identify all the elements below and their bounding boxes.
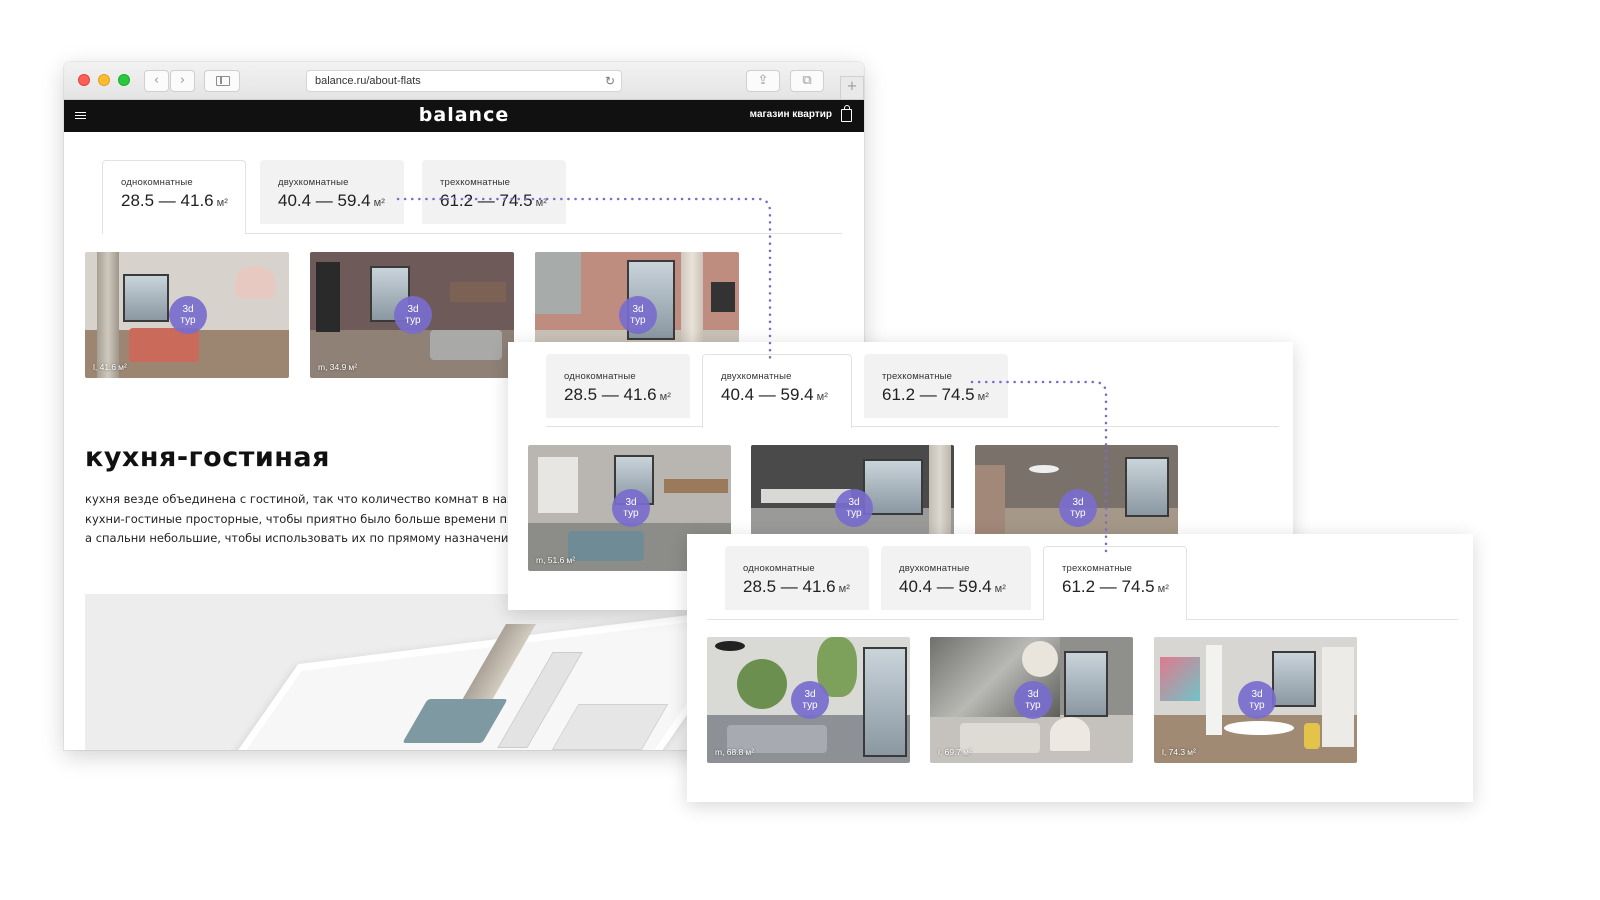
apartment-tabs: однокомнатные 28.5 — 41.6 м² двухкомнатны…: [546, 354, 1279, 428]
site-header: balance магазин квартир: [64, 100, 864, 132]
apartment-thumb[interactable]: 3d тур: [975, 445, 1178, 535]
apartment-tabs: однокомнатные 28.5 — 41.6 м² двухкомнатны…: [725, 546, 1458, 620]
tab-range: 61.2 — 74.5 м²: [882, 385, 989, 404]
bag-icon[interactable]: [841, 105, 852, 122]
tab-range: 40.4 — 59.4 м²: [278, 191, 385, 210]
tab-label: однокомнатные: [564, 371, 636, 382]
tab-range: 40.4 — 59.4 м²: [899, 577, 1006, 596]
three-room-panel: однокомнатные 28.5 — 41.6 м² двухкомнатны…: [687, 534, 1473, 802]
area-label: m, 68.8 м²: [715, 747, 755, 757]
tab-two-room[interactable]: двухкомнатные 40.4 — 59.4 м²: [702, 354, 852, 428]
tab-label: однокомнатные: [121, 177, 193, 188]
3d-tour-badge[interactable]: 3d тур: [169, 296, 207, 334]
tab-range: 28.5 — 41.6 м²: [564, 385, 671, 404]
apartment-thumb[interactable]: 3d тур m, 34.9 м²: [310, 252, 514, 378]
forward-button[interactable]: ›: [170, 70, 195, 92]
apartment-thumb[interactable]: 3d тур l, 41.6 м²: [85, 252, 289, 378]
3d-tour-badge[interactable]: 3d тур: [394, 296, 432, 334]
3d-tour-badge[interactable]: 3d тур: [835, 489, 873, 527]
tab-range: 61.2 — 74.5 м²: [440, 191, 547, 210]
reload-icon[interactable]: ↻: [605, 71, 615, 91]
area-label: m, 34.9 м²: [318, 362, 358, 372]
plus-icon: +: [846, 79, 858, 94]
tab-label: однокомнатные: [743, 563, 815, 574]
tab-label: трехкомнатные: [440, 177, 511, 188]
apartment-thumb[interactable]: 3d тур l, 69.7 м²: [930, 637, 1133, 763]
3d-tour-badge[interactable]: 3d тур: [612, 489, 650, 527]
tab-one-room[interactable]: однокомнатные 28.5 — 41.6 м²: [725, 546, 869, 610]
tab-one-room[interactable]: однокомнатные 28.5 — 41.6 м²: [102, 160, 246, 234]
tab-range: 61.2 — 74.5 м²: [1062, 577, 1169, 596]
tab-label: двухкомнатные: [721, 371, 792, 382]
zoom-window-button[interactable]: [118, 74, 130, 86]
new-tab-button[interactable]: +: [840, 76, 864, 100]
area-label: m, 51.6 м²: [536, 555, 576, 565]
tab-label: трехкомнатные: [1062, 563, 1133, 574]
minimize-window-button[interactable]: [98, 74, 110, 86]
area-label: l, 41.6 м²: [93, 362, 127, 372]
shop-link[interactable]: магазин квартир: [750, 109, 832, 120]
area-label: l, 74.3 м²: [1162, 747, 1196, 757]
tab-range: 40.4 — 59.4 м²: [721, 385, 828, 404]
tab-range: 28.5 — 41.6 м²: [743, 577, 850, 596]
apartment-tabs: однокомнатные 28.5 — 41.6 м² двухкомнатны…: [102, 160, 842, 234]
chevron-left-icon: ‹: [153, 73, 160, 88]
area-label: l, 69.7 м²: [938, 747, 972, 757]
sidebar-toggle-button[interactable]: [204, 70, 240, 92]
apartment-thumb[interactable]: 3d тур: [751, 445, 954, 535]
floorplan-3d: [85, 594, 705, 750]
share-button[interactable]: ⇪: [746, 70, 780, 92]
apartment-thumb[interactable]: 3d тур l, 74.3 м²: [1154, 637, 1357, 763]
tab-label: двухкомнатные: [899, 563, 970, 574]
sidebar-icon: [216, 76, 230, 86]
3d-tour-badge[interactable]: 3d тур: [791, 681, 829, 719]
tab-three-room[interactable]: трехкомнатные 61.2 — 74.5 м²: [422, 160, 566, 224]
section-title: кухня-гостиная: [85, 442, 330, 473]
tab-two-room[interactable]: двухкомнатные 40.4 — 59.4 м²: [260, 160, 404, 224]
tab-two-room[interactable]: двухкомнатные 40.4 — 59.4 м²: [881, 546, 1031, 610]
address-bar[interactable]: balance.ru/about-flats ↻: [306, 70, 622, 92]
3d-tour-badge[interactable]: 3d тур: [1059, 489, 1097, 527]
show-tabs-button[interactable]: ⧉: [790, 70, 824, 92]
site-logo[interactable]: balance: [64, 104, 864, 126]
apartment-thumb[interactable]: 3d тур m, 68.8 м²: [707, 637, 910, 763]
tab-one-room[interactable]: однокомнатные 28.5 — 41.6 м²: [546, 354, 690, 418]
3d-tour-badge[interactable]: 3d тур: [619, 296, 657, 334]
url-text: balance.ru/about-flats: [315, 75, 421, 87]
3d-tour-badge[interactable]: 3d тур: [1014, 681, 1052, 719]
close-window-button[interactable]: [78, 74, 90, 86]
tab-three-room[interactable]: трехкомнатные 61.2 — 74.5 м²: [1043, 546, 1187, 620]
tabs-icon: ⧉: [802, 73, 812, 88]
back-button[interactable]: ‹: [144, 70, 169, 92]
tab-label: двухкомнатные: [278, 177, 349, 188]
tab-range: 28.5 — 41.6 м²: [121, 191, 228, 210]
section-description: кухня везде объединена с гостиной, так ч…: [85, 492, 515, 545]
chevron-right-icon: ›: [179, 73, 186, 88]
share-icon: ⇪: [757, 73, 769, 88]
tab-label: трехкомнатные: [882, 371, 953, 382]
tab-three-room[interactable]: трехкомнатные 61.2 — 74.5 м²: [864, 354, 1008, 418]
3d-tour-badge[interactable]: 3d тур: [1238, 681, 1276, 719]
browser-toolbar: ‹ › balance.ru/about-flats ↻ ⇪ ⧉ +: [64, 62, 864, 100]
